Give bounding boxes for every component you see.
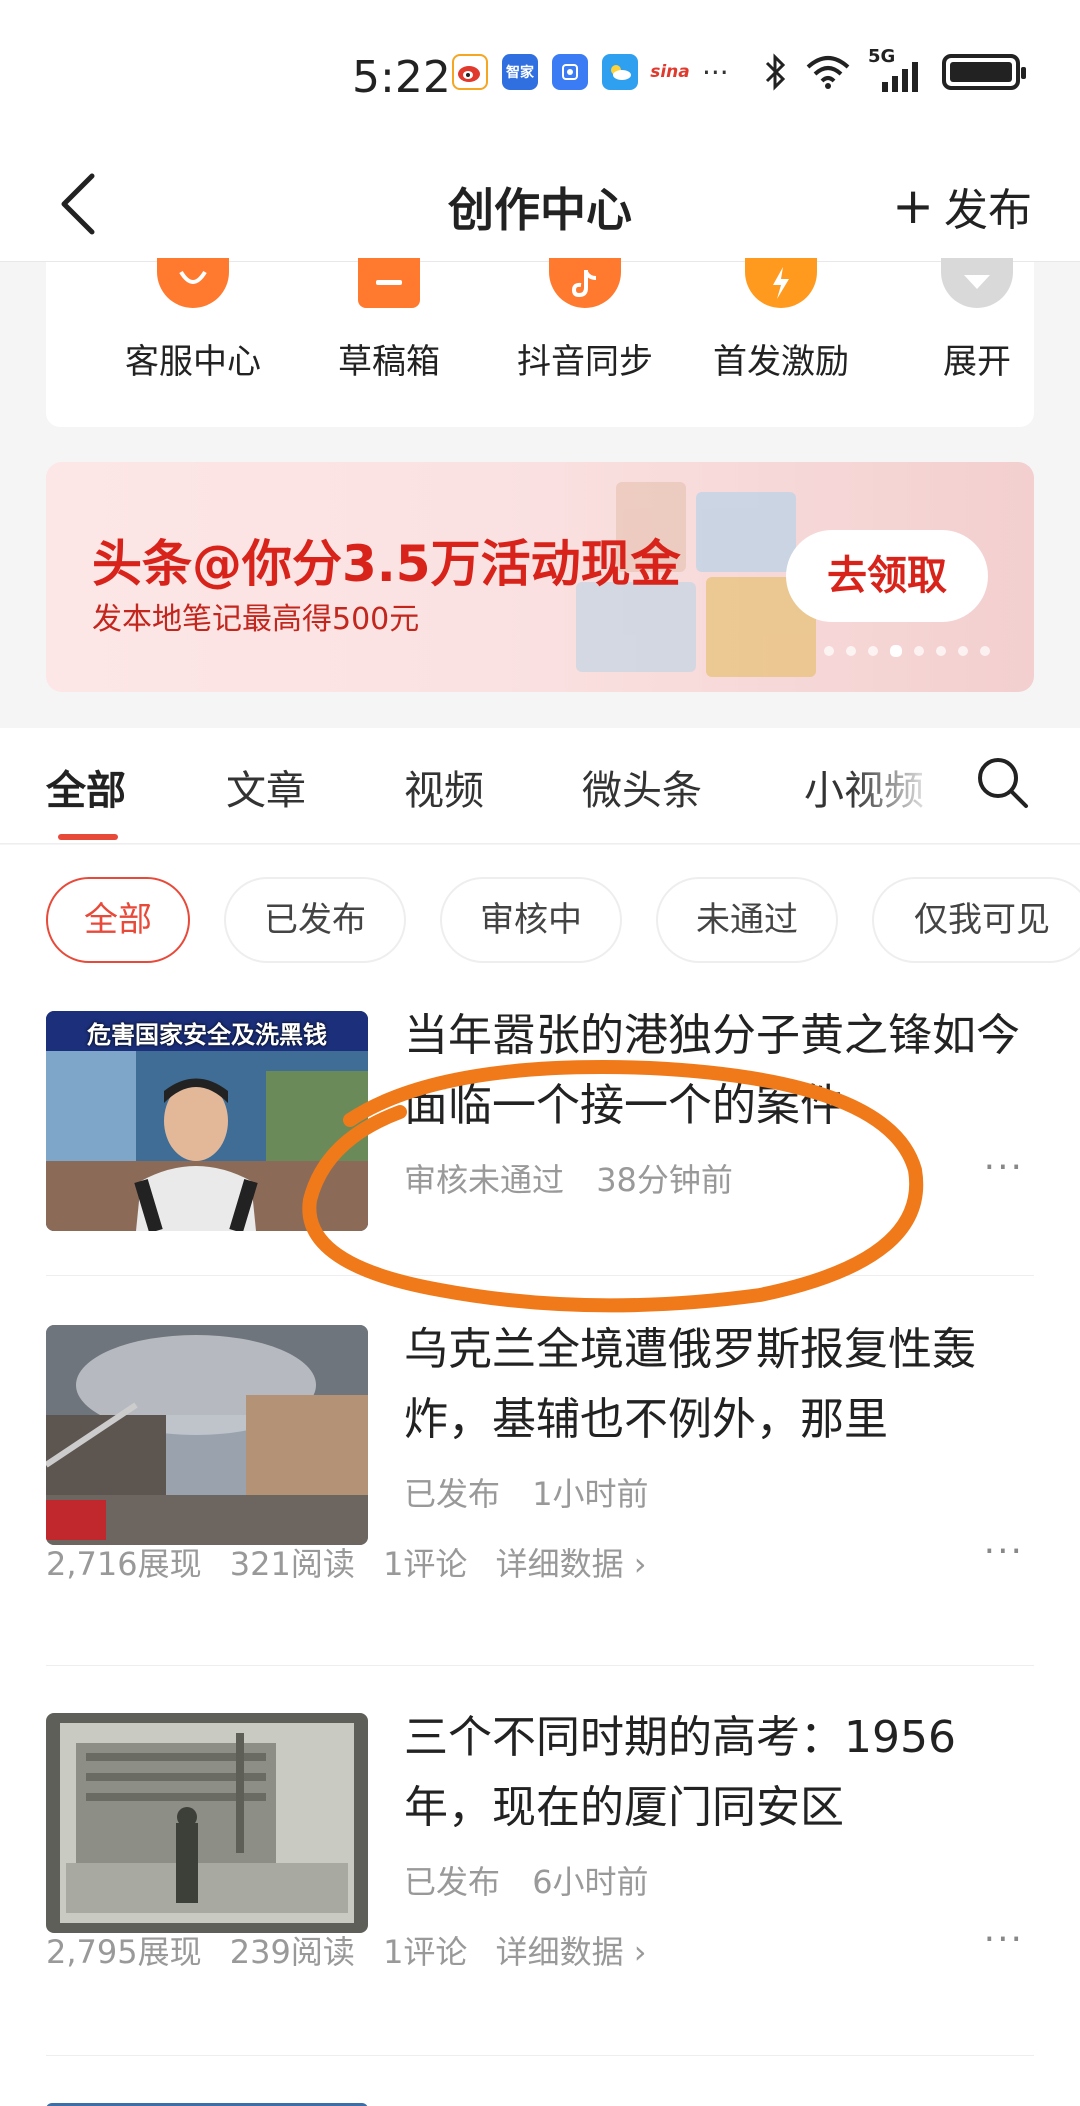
weibo-app-icon bbox=[452, 54, 488, 90]
expand-icon bbox=[941, 258, 1013, 308]
more-options-button[interactable]: ··· bbox=[984, 1147, 1024, 1188]
article-title[interactable]: 当年嚣张的港独分子黄之锋如今面临一个接一个的案件 bbox=[404, 1001, 1024, 1141]
article-status: 审核未通过 bbox=[404, 1161, 565, 1199]
tool-label: 展开 bbox=[943, 342, 1011, 382]
incentive-icon bbox=[745, 258, 817, 308]
content-list: 危害国家安全及洗黑钱 当年嚣张的港独分子黄之锋如今面临一个接一个的案件 审核未通… bbox=[0, 965, 1080, 2106]
article-stats: 2,716展现 321阅读 1评论 详细数据 › bbox=[46, 1539, 665, 1585]
headset-icon bbox=[157, 258, 229, 308]
article-time: 38分钟前 bbox=[596, 1161, 733, 1199]
quick-tools-card: 客服中心 草稿箱 抖音同步 首发激励 展开 bbox=[46, 258, 1034, 427]
banner-title: 头条@你分3.5万活动现金 bbox=[92, 535, 681, 593]
views-count: 2,795展现 bbox=[46, 1933, 202, 1971]
draft-box-icon bbox=[358, 258, 420, 308]
list-item[interactable]: 三个不同时期的高考：1956年，现在的厦门同安区 已发布 6小时前 2,795展… bbox=[0, 1712, 1080, 2023]
tab-all[interactable]: 全部 bbox=[46, 758, 126, 816]
more-options-button[interactable]: ··· bbox=[984, 1919, 1024, 1960]
article-status: 已发布 bbox=[404, 1475, 501, 1513]
app-header: 创作中心 + 发布 bbox=[0, 150, 1080, 262]
carousel-dot bbox=[958, 646, 968, 656]
filter-published[interactable]: 已发布 bbox=[224, 877, 406, 963]
filter-only-me[interactable]: 仅我可见 bbox=[872, 877, 1080, 963]
article-title[interactable]: 三个不同时期的高考：1956年，现在的厦门同安区 bbox=[404, 1703, 1024, 1843]
signal-icon: 5G bbox=[868, 46, 924, 92]
article-stats: 2,795展现 239阅读 1评论 详细数据 › bbox=[46, 1927, 665, 1973]
tool-customer-service[interactable]: 客服中心 bbox=[98, 258, 288, 383]
divider bbox=[46, 1665, 1034, 1666]
divider bbox=[46, 2055, 1034, 2056]
status-right: 5G bbox=[764, 46, 1026, 92]
comments-count: 1评论 bbox=[383, 1933, 468, 1971]
promo-banner[interactable]: 头条@你分3.5万活动现金 发本地笔记最高得500元 去领取 bbox=[46, 462, 1034, 692]
tab-micro-posts[interactable]: 微头条 bbox=[582, 758, 702, 816]
hand-app-icon bbox=[552, 54, 588, 90]
reads-count: 321阅读 bbox=[229, 1545, 355, 1583]
search-icon bbox=[978, 758, 1028, 808]
tab-fade bbox=[850, 728, 960, 843]
tool-first-publish-incentive[interactable]: 首发激励 bbox=[686, 258, 876, 383]
search-button[interactable] bbox=[972, 752, 1032, 812]
more-options-button[interactable]: ··· bbox=[984, 1531, 1024, 1572]
tab-active-indicator bbox=[58, 834, 118, 840]
bluetooth-icon bbox=[765, 53, 786, 91]
detail-data-link[interactable]: 详细数据 › bbox=[496, 1933, 647, 1971]
article-title[interactable]: 乌克兰全境遭俄罗斯报复性轰炸，基辅也不例外，那里 bbox=[404, 1315, 1024, 1455]
reads-count: 239阅读 bbox=[229, 1933, 355, 1971]
plus-icon: + bbox=[892, 177, 934, 235]
publish-button[interactable]: + 发布 bbox=[892, 174, 1032, 238]
weather-app-icon bbox=[602, 54, 638, 90]
tool-expand[interactable]: 展开 bbox=[882, 258, 1072, 383]
more-notifications-icon: ··· bbox=[702, 55, 729, 89]
status-time: 5:22 bbox=[352, 52, 451, 103]
views-count: 2,716展现 bbox=[46, 1545, 202, 1583]
carousel-dot-active bbox=[890, 645, 902, 657]
article-meta: 已发布 6小时前 bbox=[404, 1857, 649, 1903]
battery-icon bbox=[942, 54, 1026, 90]
comments-count: 1评论 bbox=[383, 1545, 468, 1583]
article-meta: 审核未通过 38分钟前 bbox=[404, 1155, 733, 1201]
wifi-icon bbox=[806, 56, 850, 89]
article-time: 1小时前 bbox=[532, 1475, 649, 1513]
content-type-tabs: 全部 文章 视频 微头条 小视频 bbox=[0, 728, 1080, 844]
filter-rejected[interactable]: 未通过 bbox=[656, 877, 838, 963]
article-thumbnail bbox=[46, 1325, 368, 1545]
carousel-dot bbox=[914, 646, 924, 656]
status-app-icons: 智家 sina ··· bbox=[452, 54, 729, 90]
tool-label: 首发激励 bbox=[713, 342, 849, 382]
detail-data-link[interactable]: 详细数据 › bbox=[496, 1545, 647, 1583]
article-meta: 已发布 1小时前 bbox=[404, 1469, 649, 1515]
claim-button[interactable]: 去领取 bbox=[786, 530, 988, 622]
carousel-dot bbox=[868, 646, 878, 656]
tool-label: 草稿箱 bbox=[338, 342, 440, 382]
publish-label: 发布 bbox=[944, 185, 1032, 236]
status-bar: 5:22 智家 sina ··· 5G bbox=[0, 0, 1080, 150]
article-status: 已发布 bbox=[404, 1863, 501, 1901]
filter-in-review[interactable]: 审核中 bbox=[440, 877, 622, 963]
sina-app-icon: sina bbox=[650, 62, 690, 82]
filter-all[interactable]: 全部 bbox=[46, 877, 190, 963]
divider bbox=[46, 1275, 1034, 1276]
carousel-dot bbox=[936, 646, 946, 656]
tool-label: 客服中心 bbox=[125, 342, 261, 382]
tool-label: 抖音同步 bbox=[517, 342, 653, 382]
tab-articles[interactable]: 文章 bbox=[226, 758, 306, 816]
zhijia-app-icon: 智家 bbox=[502, 54, 538, 90]
status-filter-chips: 全部 已发布 审核中 未通过 仅我可见 bbox=[0, 845, 1080, 965]
carousel-dot bbox=[980, 646, 990, 656]
carousel-dots bbox=[824, 645, 990, 657]
douyin-icon bbox=[549, 258, 621, 308]
article-time: 6小时前 bbox=[532, 1863, 649, 1901]
thumbnail-caption: 危害国家安全及洗黑钱 bbox=[87, 1021, 327, 1049]
list-item[interactable]: 乌克兰全境遭俄罗斯报复性轰炸，基辅也不例外，那里 已发布 1小时前 2,716展… bbox=[0, 1324, 1080, 1635]
list-item[interactable]: 危害国家安全及洗黑钱 当年嚣张的港独分子黄之锋如今面临一个接一个的案件 审核未通… bbox=[0, 1010, 1080, 1241]
tool-douyin-sync[interactable]: 抖音同步 bbox=[490, 258, 680, 383]
banner-subtitle: 发本地笔记最高得500元 bbox=[92, 602, 420, 637]
carousel-dot bbox=[824, 646, 834, 656]
tool-drafts[interactable]: 草稿箱 bbox=[294, 258, 484, 383]
tab-videos[interactable]: 视频 bbox=[404, 758, 484, 816]
article-thumbnail bbox=[46, 1713, 368, 1933]
carousel-dot bbox=[846, 646, 856, 656]
article-thumbnail: 危害国家安全及洗黑钱 bbox=[46, 1011, 368, 1231]
